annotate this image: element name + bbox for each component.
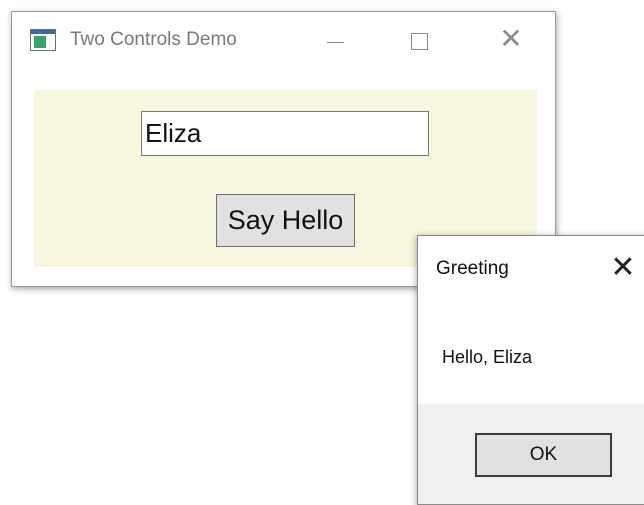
- ok-button[interactable]: OK: [475, 433, 612, 477]
- maximize-button[interactable]: [396, 20, 442, 60]
- say-hello-button[interactable]: Say Hello: [216, 194, 355, 247]
- close-icon: ✕: [499, 22, 523, 55]
- window-title: Two Controls Demo: [70, 29, 237, 50]
- dialog-close-icon[interactable]: ✕: [600, 248, 644, 288]
- maximize-icon: [411, 33, 428, 50]
- close-button[interactable]: ✕: [488, 20, 534, 60]
- app-icon-titlebar: [31, 30, 55, 34]
- greeting-dialog: Greeting ✕ Hello, Eliza OK: [417, 235, 644, 505]
- minimize-button[interactable]: [312, 20, 358, 60]
- dialog-title: Greeting: [436, 258, 509, 279]
- app-icon-body: [34, 36, 46, 48]
- name-input[interactable]: [141, 111, 429, 156]
- minimize-icon: [327, 42, 344, 43]
- dialog-message: Hello, Eliza: [442, 347, 533, 367]
- app-window-icon: [30, 29, 56, 51]
- main-titlebar[interactable]: Two Controls Demo ✕: [12, 12, 555, 74]
